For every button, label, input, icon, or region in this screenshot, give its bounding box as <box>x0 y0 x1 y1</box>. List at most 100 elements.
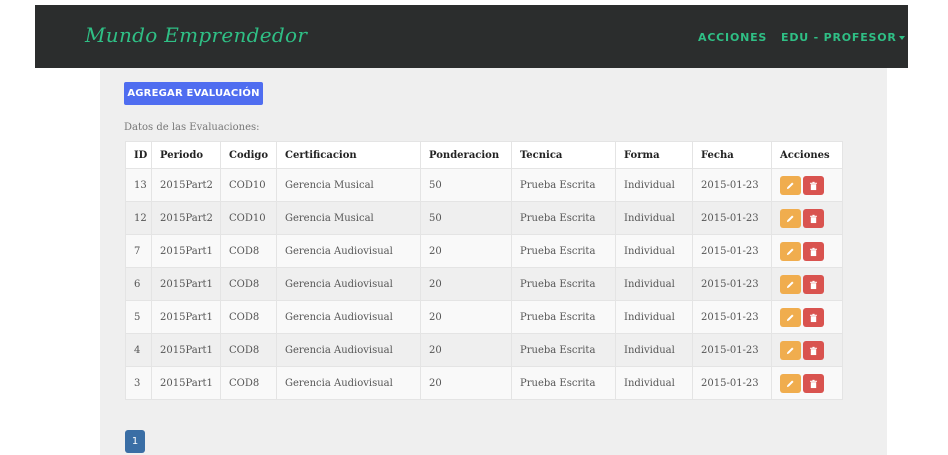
evaluations-table: ID Periodo Codigo Certificacion Ponderac… <box>125 141 843 400</box>
table-row: 13 2015Part2 COD10 Gerencia Musical 50 Prueba… <box>125 168 843 202</box>
cell-tecnica: Prueba Escrita <box>511 234 616 268</box>
user-menu-dropdown[interactable]: EDU - PROFESOR <box>781 31 905 44</box>
edit-button[interactable] <box>780 274 801 294</box>
cell-periodo: 2015Part1 <box>151 333 221 367</box>
column-header-id: ID <box>125 141 152 169</box>
cell-tecnica: Prueba Escrita <box>511 267 616 301</box>
pencil-icon <box>786 181 794 189</box>
column-header-ponderacion: Ponderacion <box>420 141 512 169</box>
cell-forma: Individual <box>615 201 693 235</box>
top-navbar: Mundo Emprendedor ACCIONES EDU - PROFESO… <box>35 5 908 68</box>
table-row: 3 2015Part1 COD8 Gerencia Audiovisual 20 Prue… <box>125 366 843 400</box>
cell-ponderacion: 50 <box>420 168 512 202</box>
cell-ponderacion: 20 <box>420 366 512 400</box>
add-evaluation-button[interactable]: AGREGAR EVALUACIÓN <box>124 82 263 105</box>
cell-ponderacion: 20 <box>420 234 512 268</box>
edit-button[interactable] <box>780 208 801 228</box>
pagination-page-1[interactable]: 1 <box>125 430 145 453</box>
cell-certificacion: Gerencia Musical <box>276 168 421 202</box>
cell-id: 13 <box>125 168 152 202</box>
delete-button[interactable] <box>803 340 824 360</box>
cell-id: 7 <box>125 234 152 268</box>
cell-periodo: 2015Part2 <box>151 168 221 202</box>
cell-tecnica: Prueba Escrita <box>511 300 616 334</box>
trash-icon <box>810 313 817 322</box>
trash-icon <box>810 280 817 289</box>
delete-button[interactable] <box>803 373 824 393</box>
edit-button[interactable] <box>780 373 801 393</box>
column-header-periodo: Periodo <box>151 141 221 169</box>
cell-fecha: 2015-01-23 <box>692 333 772 367</box>
main-content: AGREGAR EVALUACIÓN Datos de las Evaluaci… <box>100 68 887 455</box>
cell-acciones <box>771 366 843 400</box>
cell-ponderacion: 20 <box>420 267 512 301</box>
cell-id: 12 <box>125 201 152 235</box>
pencil-icon <box>786 247 794 255</box>
edit-button[interactable] <box>780 241 801 261</box>
edit-button[interactable] <box>780 307 801 327</box>
delete-button[interactable] <box>803 274 824 294</box>
cell-certificacion: Gerencia Audiovisual <box>276 267 421 301</box>
delete-button[interactable] <box>803 208 824 228</box>
cell-fecha: 2015-01-23 <box>692 234 772 268</box>
pencil-icon <box>786 313 794 321</box>
cell-ponderacion: 20 <box>420 333 512 367</box>
column-header-acciones: Acciones <box>771 141 843 169</box>
cell-certificacion: Gerencia Audiovisual <box>276 333 421 367</box>
trash-icon <box>810 181 817 190</box>
cell-fecha: 2015-01-23 <box>692 201 772 235</box>
cell-periodo: 2015Part1 <box>151 366 221 400</box>
cell-id: 3 <box>125 366 152 400</box>
cell-codigo: COD8 <box>220 267 277 301</box>
cell-periodo: 2015Part1 <box>151 267 221 301</box>
table-header-row: ID Periodo Codigo Certificacion Ponderac… <box>125 141 843 169</box>
brand-logo[interactable]: Mundo Emprendedor <box>85 23 307 47</box>
cell-fecha: 2015-01-23 <box>692 267 772 301</box>
trash-icon <box>810 379 817 388</box>
edit-button[interactable] <box>780 175 801 195</box>
cell-fecha: 2015-01-23 <box>692 366 772 400</box>
cell-fecha: 2015-01-23 <box>692 168 772 202</box>
cell-forma: Individual <box>615 267 693 301</box>
cell-acciones <box>771 267 843 301</box>
cell-codigo: COD10 <box>220 168 277 202</box>
cell-forma: Individual <box>615 300 693 334</box>
trash-icon <box>810 346 817 355</box>
cell-codigo: COD8 <box>220 234 277 268</box>
cell-acciones <box>771 201 843 235</box>
pencil-icon <box>786 346 794 354</box>
cell-periodo: 2015Part1 <box>151 300 221 334</box>
cell-id: 6 <box>125 267 152 301</box>
delete-button[interactable] <box>803 241 824 261</box>
pencil-icon <box>786 379 794 387</box>
cell-tecnica: Prueba Escrita <box>511 333 616 367</box>
cell-certificacion: Gerencia Musical <box>276 201 421 235</box>
pencil-icon <box>786 280 794 288</box>
cell-fecha: 2015-01-23 <box>692 300 772 334</box>
column-header-tecnica: Tecnica <box>511 141 616 169</box>
table-row: 7 2015Part1 COD8 Gerencia Audiovisual 20 Prue… <box>125 234 843 268</box>
cell-acciones <box>771 234 843 268</box>
cell-certificacion: Gerencia Audiovisual <box>276 366 421 400</box>
cell-tecnica: Prueba Escrita <box>511 168 616 202</box>
column-header-codigo: Codigo <box>220 141 277 169</box>
delete-button[interactable] <box>803 307 824 327</box>
cell-acciones <box>771 333 843 367</box>
edit-button[interactable] <box>780 340 801 360</box>
cell-periodo: 2015Part1 <box>151 234 221 268</box>
cell-certificacion: Gerencia Audiovisual <box>276 234 421 268</box>
column-header-forma: Forma <box>615 141 693 169</box>
cell-tecnica: Prueba Escrita <box>511 201 616 235</box>
cell-forma: Individual <box>615 168 693 202</box>
cell-codigo: COD10 <box>220 201 277 235</box>
cell-codigo: COD8 <box>220 333 277 367</box>
table-caption: Datos de las Evaluaciones: <box>124 122 260 133</box>
table-row: 4 2015Part1 COD8 Gerencia Audiovisual 20 Prue… <box>125 333 843 367</box>
delete-button[interactable] <box>803 175 824 195</box>
cell-acciones <box>771 168 843 202</box>
nav-acciones-link[interactable]: ACCIONES <box>698 31 767 44</box>
user-menu-label: EDU - PROFESOR <box>781 31 897 44</box>
trash-icon <box>810 247 817 256</box>
cell-forma: Individual <box>615 333 693 367</box>
trash-icon <box>810 214 817 223</box>
